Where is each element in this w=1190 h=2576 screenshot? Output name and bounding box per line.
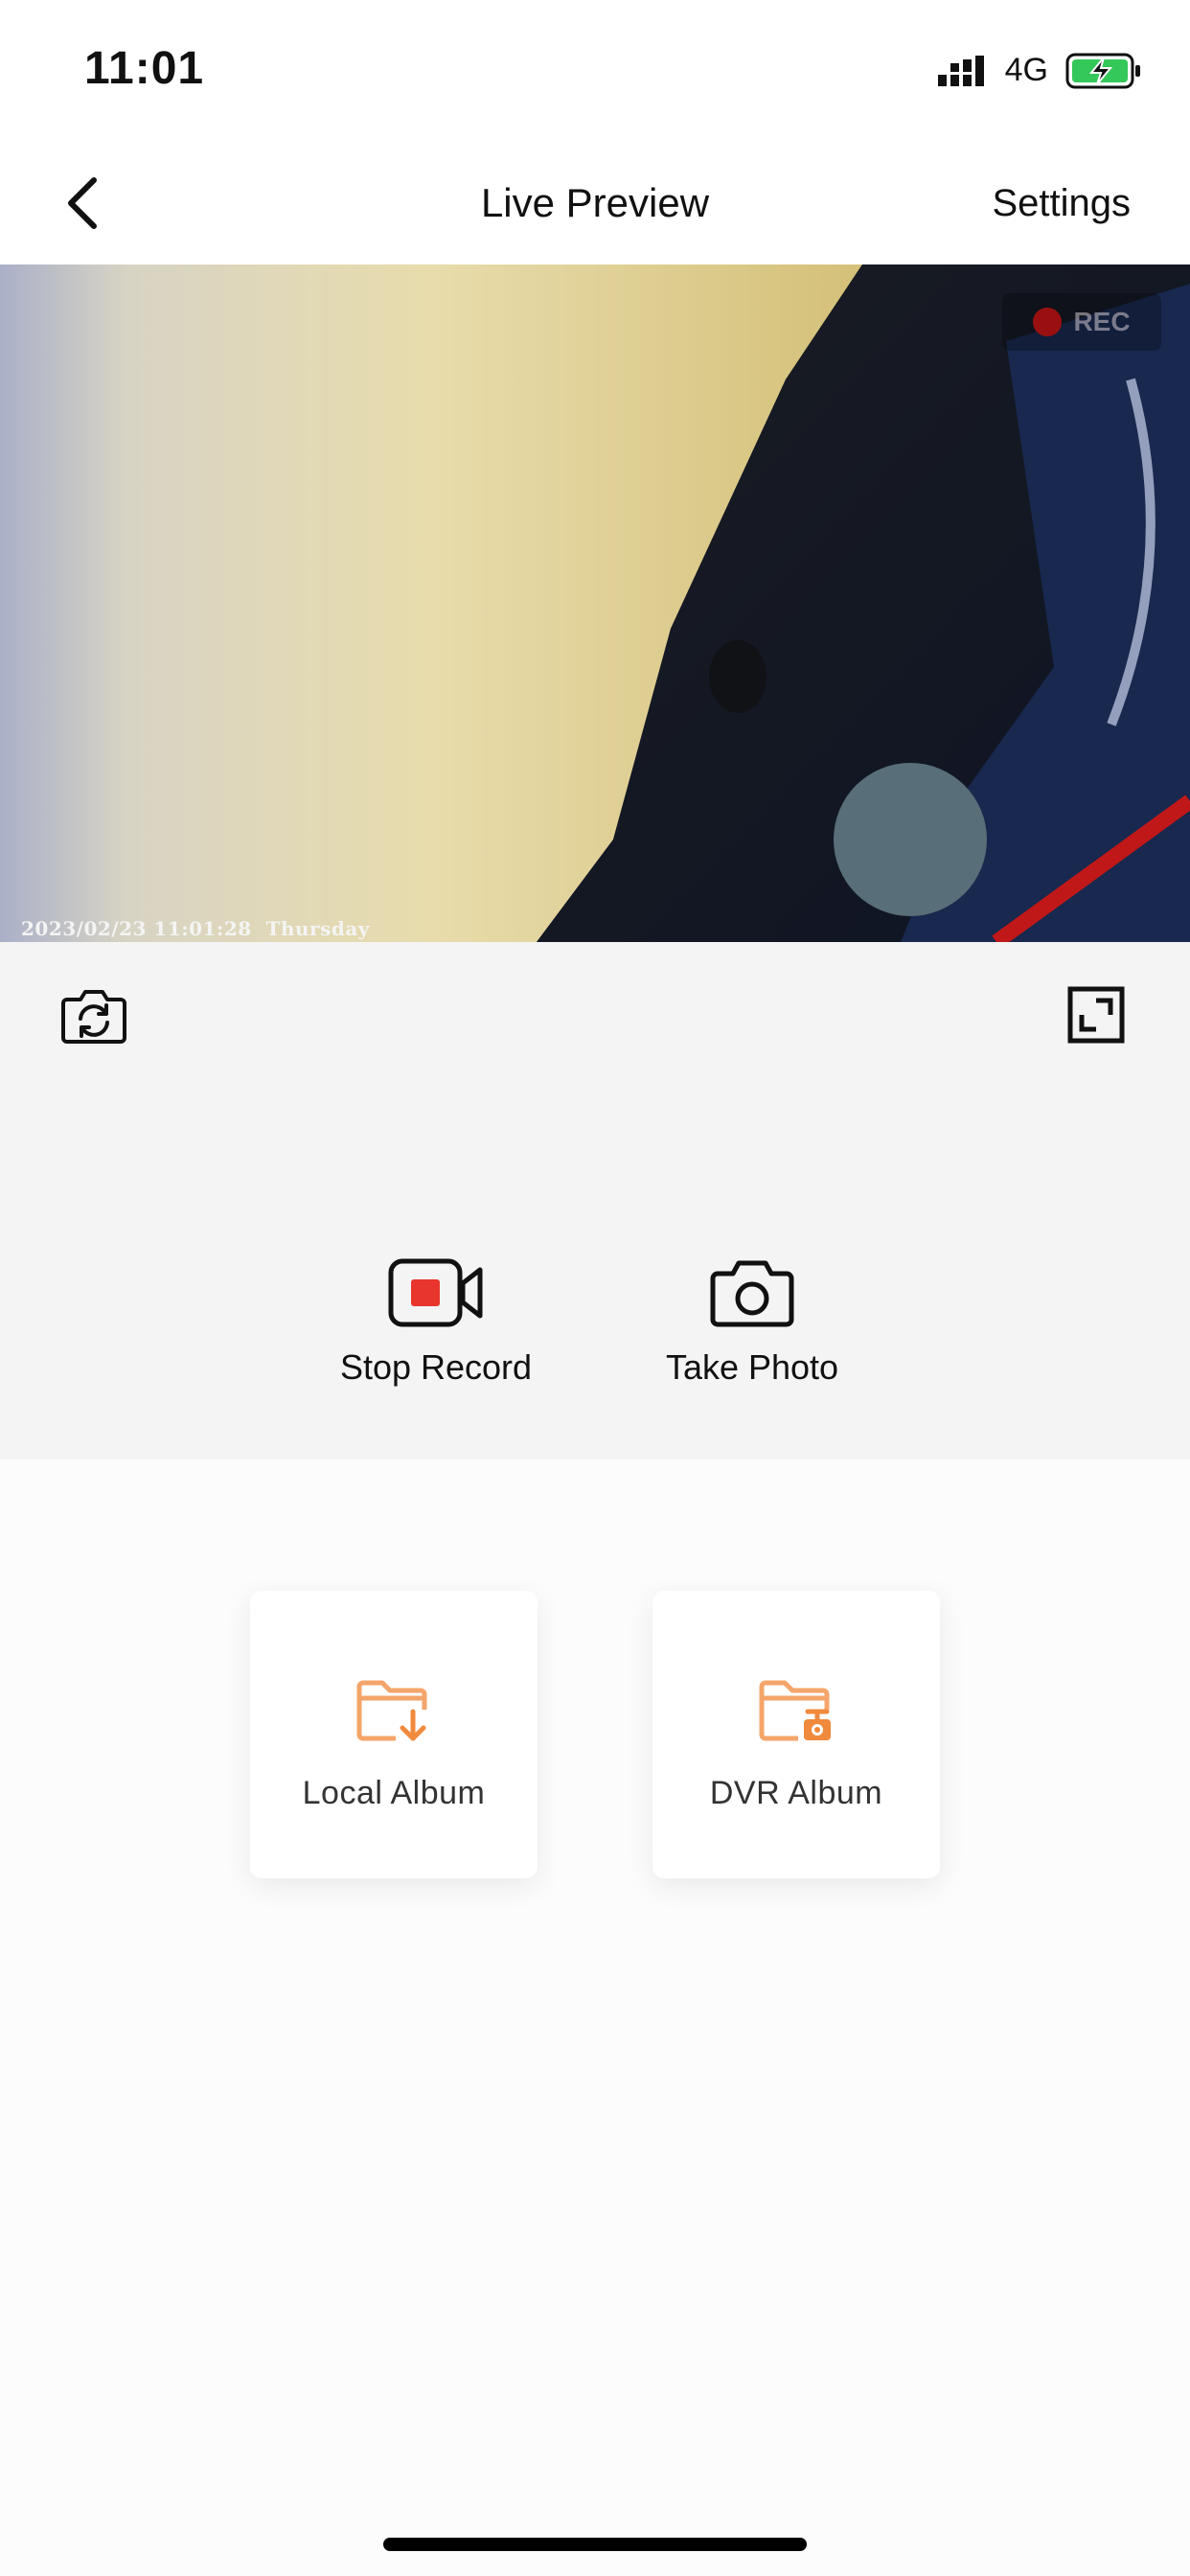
battery-charging-icon: [1065, 53, 1140, 88]
signal-bars-icon: [937, 55, 984, 86]
fullscreen-icon: [1067, 986, 1125, 1044]
settings-button[interactable]: Settings: [992, 182, 1131, 225]
camera-icon: [710, 1260, 794, 1327]
video-record-icon: [388, 1258, 483, 1327]
dvr-album-label: DVR Album: [709, 1775, 883, 1811]
control-panel: Stop Record Take Photo: [0, 942, 1190, 1460]
switch-camera-icon: [61, 990, 126, 1044]
stop-record-label: Stop Record: [339, 1347, 533, 1387]
fullscreen-button[interactable]: [1067, 986, 1125, 1044]
status-indicators: 4G: [936, 52, 1142, 89]
folder-dashcam-icon: [759, 1680, 831, 1741]
status-bar: 11:01 4G: [0, 0, 1190, 134]
home-indicator[interactable]: [383, 2538, 807, 2551]
folder-download-icon: [356, 1680, 427, 1741]
local-album-label: Local Album: [302, 1775, 486, 1811]
local-album-card[interactable]: Local Album: [250, 1591, 538, 1878]
take-photo-label: Take Photo: [665, 1347, 839, 1387]
status-time: 11:01: [84, 43, 205, 94]
rec-indicator: REC: [1002, 293, 1161, 351]
dvr-album-card[interactable]: DVR Album: [652, 1591, 940, 1878]
network-type: 4G: [1004, 52, 1048, 88]
stop-record-button[interactable]: Stop Record: [326, 1258, 546, 1388]
rec-label: REC: [1073, 307, 1131, 336]
camera-feed-image: [0, 264, 1190, 942]
rec-dot-icon: [1033, 308, 1063, 336]
switch-camera-button[interactable]: [59, 986, 128, 1046]
video-timestamp: 2023/02/23 11:01:28 Thursday: [21, 917, 370, 940]
take-photo-button[interactable]: Take Photo: [652, 1258, 853, 1388]
nav-bar: Live Preview Settings: [0, 134, 1190, 264]
live-preview-video[interactable]: REC 2023/02/23 11:01:28 Thursday: [0, 264, 1190, 942]
